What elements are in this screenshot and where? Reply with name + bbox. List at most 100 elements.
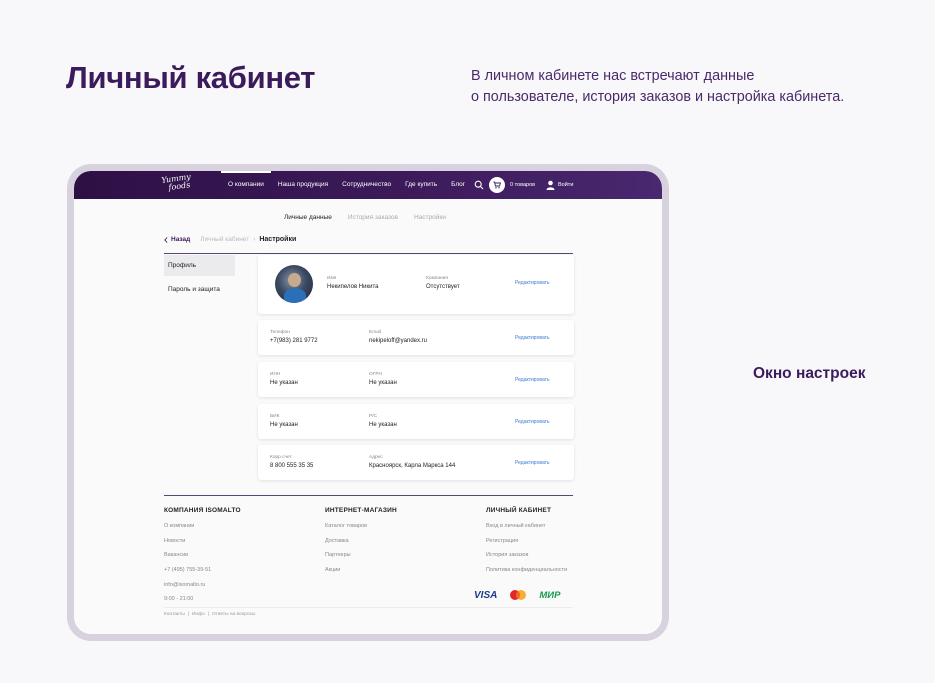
address-value: Красноярск, Карла Маркса 144 — [369, 463, 456, 469]
edit-tax-link[interactable]: Редактировать — [515, 377, 550, 383]
corr-account-value: 8 800 555 35 35 — [270, 463, 314, 469]
edit-contact-link[interactable]: Редактировать — [515, 335, 550, 341]
back-link[interactable]: Назад — [164, 236, 190, 243]
edit-profile-link[interactable]: Редактировать — [515, 280, 550, 286]
edit-address-link[interactable]: Редактировать — [515, 460, 550, 466]
brand-logo[interactable]: Yummy foods — [161, 172, 192, 193]
contact-card: Телефон +7(983) 281 9772 Email nekipelof… — [258, 320, 574, 355]
footer-col-shop: ИНТЕРНЕТ-МАГАЗИН Каталог товаров Доставк… — [325, 507, 475, 582]
account-tabs: Личные данные История заказов Настройки — [284, 214, 446, 221]
page-title: Личный кабинет — [66, 60, 316, 95]
bik-label: БИК — [270, 414, 280, 419]
inn-field: ИНН Не указан — [270, 372, 298, 386]
side-item-profile[interactable]: Профиль — [164, 255, 235, 276]
ogrn-label: ОГРН — [369, 372, 382, 377]
edit-bank-link[interactable]: Редактировать — [515, 419, 550, 425]
phone-field: Телефон +7(983) 281 9772 — [270, 330, 318, 344]
tablet-frame: Yummy foods О компании Наша продукция Со… — [67, 164, 669, 641]
email-value: nekipeloff@yandex.ru — [369, 338, 428, 344]
footer-email[interactable]: info@isomalto.ru — [164, 582, 314, 597]
footer-link[interactable]: Партнеры — [325, 552, 475, 567]
footer-bottom-contacts[interactable]: Контакты — [164, 612, 185, 617]
tab-order-history[interactable]: История заказов — [348, 214, 398, 221]
tax-card: ИНН Не указан ОГРН Не указан Редактирова… — [258, 362, 574, 397]
login-link[interactable]: Войти — [558, 171, 573, 199]
address-label: Адрес — [369, 455, 383, 460]
intro-line-1: В личном кабинете нас встречают данные — [471, 68, 755, 84]
user-icon[interactable] — [546, 180, 555, 190]
footer-link[interactable]: Политика конфиденциальности — [486, 567, 636, 582]
phone-label: Телефон — [270, 330, 290, 335]
company-field: Компания Отсутствует — [426, 276, 460, 290]
ogrn-value: Не указан — [369, 380, 397, 386]
footer-link[interactable]: Вакансии — [164, 552, 314, 567]
name-field: Имя Некипелов Никита — [327, 276, 378, 290]
footer-bottom-info[interactable]: Инфо — [192, 612, 205, 617]
payment-logos: VISA МИР — [474, 589, 560, 601]
mir-logo: МИР — [539, 589, 561, 601]
footer-link[interactable]: История заказов — [486, 552, 636, 567]
bik-field: БИК Не указан — [270, 414, 298, 428]
footer-link[interactable]: Акции — [325, 567, 475, 582]
footer-sub-divider — [164, 607, 573, 608]
tab-settings[interactable]: Настройки — [414, 214, 446, 221]
profile-card: Имя Некипелов Никита Компания Отсутствуе… — [258, 255, 574, 314]
footer-col-account: ЛИЧНЫЙ КАБИНЕТ Вход в личный кабинет Рег… — [486, 507, 636, 582]
footer-heading: ИНТЕРНЕТ-МАГАЗИН — [325, 507, 397, 514]
app-screen: Yummy foods О компании Наша продукция Со… — [74, 171, 662, 634]
footer-link[interactable]: Регистрация — [486, 538, 636, 553]
nav-item-blog[interactable]: Блог — [444, 171, 472, 199]
nav-item-where-to-buy[interactable]: Где купить — [398, 171, 444, 199]
intro-line-2: о пользователе, история заказов и настро… — [471, 89, 845, 105]
address-field: Адрес Красноярск, Карла Маркса 144 — [369, 455, 455, 469]
account-value: Не указан — [369, 422, 397, 428]
footer-link[interactable]: Каталог товаров — [325, 523, 475, 538]
nav-item-partnership[interactable]: Сотрудничество — [335, 171, 398, 199]
inn-label: ИНН — [270, 372, 281, 377]
cart-count-label[interactable]: 0 товаров — [510, 171, 535, 199]
logo-line-2: foods — [167, 180, 191, 193]
avatar — [275, 265, 313, 303]
footer-link[interactable]: Вход в личный кабинет — [486, 523, 636, 538]
footer-hours: 9:00 - 21:00 — [164, 596, 194, 603]
address-card: Корр.счет 8 800 555 35 35 Адрес Краснояр… — [258, 445, 574, 480]
breadcrumb-account[interactable]: Личный кабинет — [200, 236, 249, 243]
footer-col-company: КОМПАНИЯ ISOMALTO О компании Новости Вак… — [164, 507, 314, 611]
company-label: Компания — [426, 276, 448, 281]
back-label: Назад — [171, 236, 191, 243]
mastercard-logo — [510, 590, 527, 600]
search-icon[interactable] — [474, 180, 484, 190]
footer-phone[interactable]: +7 (495) 755-39-51 — [164, 567, 314, 582]
phone-value: +7(983) 281 9772 — [270, 338, 318, 344]
footer-bottom-separator: | — [187, 612, 189, 617]
chevron-left-icon — [164, 236, 168, 243]
corr-account-label: Корр.счет — [270, 455, 292, 460]
company-value: Отсутствует — [426, 284, 460, 290]
footer-bottom-links: Контакты | Инфо | Ответы на вопросы — [164, 612, 255, 617]
bank-card: БИК Не указан Р/С Не указан Редактироват… — [258, 404, 574, 439]
breadcrumb-separator: › — [253, 236, 256, 243]
cart-icon — [493, 181, 501, 189]
footer-heading: КОМПАНИЯ ISOMALTO — [164, 507, 241, 514]
bik-value: Не указан — [270, 422, 298, 428]
footer-link[interactable]: Доставка — [325, 538, 475, 553]
name-value: Некипелов Никита — [327, 284, 379, 290]
settings-side-menu: Профиль Пароль и защита — [164, 255, 235, 303]
footer-divider — [164, 495, 573, 496]
intro-text: В личном кабинете нас встречают данные о… — [471, 66, 901, 108]
tab-personal-data[interactable]: Личные данные — [284, 214, 332, 221]
side-item-password[interactable]: Пароль и защита — [164, 279, 235, 300]
cart-button[interactable] — [489, 177, 505, 193]
settings-window-caption: Окно настроек — [753, 365, 866, 382]
name-label: Имя — [327, 276, 337, 281]
footer-bottom-faq[interactable]: Ответы на вопросы — [212, 612, 256, 617]
account-label: Р/С — [369, 414, 377, 419]
nav-item-about[interactable]: О компании — [221, 171, 271, 199]
account-field: Р/С Не указан — [369, 414, 397, 428]
ogrn-field: ОГРН Не указан — [369, 372, 397, 386]
navbar: Yummy foods О компании Наша продукция Со… — [74, 171, 662, 199]
email-label: Email — [369, 330, 381, 335]
footer-link[interactable]: О компании — [164, 523, 314, 538]
footer-link[interactable]: Новости — [164, 538, 314, 553]
nav-item-products[interactable]: Наша продукция — [271, 171, 335, 199]
